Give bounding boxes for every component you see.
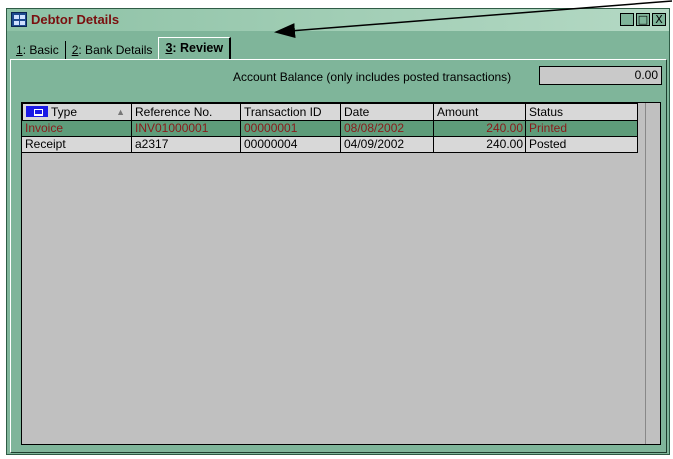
- grid-scroll-gutter[interactable]: [645, 103, 660, 444]
- column-header-amount[interactable]: Amount: [434, 103, 526, 121]
- table-row[interactable]: Receipt a2317 00000004 04/09/2002 240.00…: [22, 137, 638, 153]
- cell-status: Posted: [526, 137, 638, 153]
- sort-ascending-icon: ▲: [116, 107, 125, 117]
- tab-basic-label: : Basic: [22, 43, 59, 57]
- cell-amount: 240.00: [434, 137, 526, 153]
- cell-status: Printed: [526, 121, 638, 137]
- cell-reference: INV01000001: [132, 121, 241, 137]
- close-button[interactable]: X: [652, 13, 666, 26]
- cell-date: 08/08/2002: [341, 121, 434, 137]
- debtor-details-window: Debtor Details _ □ X 1: Basic 2: Bank De…: [6, 8, 670, 455]
- app-icon: [11, 12, 27, 27]
- column-header-type-label: Type: [51, 105, 78, 119]
- window-title: Debtor Details: [31, 12, 120, 27]
- column-header-reference[interactable]: Reference No.: [132, 103, 241, 121]
- cell-type: Receipt: [22, 137, 132, 153]
- grid-header: Type ▲ Reference No. Transaction ID Date …: [22, 103, 638, 121]
- window-controls: _ □ X: [620, 13, 666, 26]
- account-balance-field: 0.00: [539, 66, 662, 85]
- tab-basic[interactable]: 1: Basic: [10, 41, 65, 59]
- column-header-type[interactable]: Type ▲: [22, 103, 132, 121]
- review-panel: Account Balance (only includes posted tr…: [10, 59, 667, 453]
- tab-strip: 1: Basic 2: Bank Details 3: Review: [10, 37, 232, 59]
- cell-type: Invoice: [22, 121, 132, 137]
- column-chooser-icon[interactable]: [26, 106, 48, 118]
- cell-date: 04/09/2002: [341, 137, 434, 153]
- tab-bank-details[interactable]: 2: Bank Details: [64, 41, 159, 59]
- maximize-button[interactable]: □: [636, 13, 650, 26]
- minimize-button[interactable]: _: [620, 13, 634, 26]
- tab-basic-accesskey: 1: [16, 43, 23, 57]
- tab-review[interactable]: 3: Review: [158, 37, 232, 59]
- cell-transaction-id: 00000004: [241, 137, 341, 153]
- title-bar[interactable]: Debtor Details _ □ X: [7, 9, 669, 31]
- cell-reference: a2317: [132, 137, 241, 153]
- table-row[interactable]: Invoice INV01000001 00000001 08/08/2002 …: [22, 121, 638, 137]
- cell-amount: 240.00: [434, 121, 526, 137]
- account-balance-label: Account Balance (only includes posted tr…: [233, 70, 512, 84]
- tab-bank-details-label: : Bank Details: [78, 43, 153, 57]
- tab-review-label: : Review: [172, 41, 224, 55]
- column-header-date[interactable]: Date: [341, 103, 434, 121]
- column-header-status[interactable]: Status: [526, 103, 638, 121]
- column-header-transaction-id[interactable]: Transaction ID: [241, 103, 341, 121]
- transactions-grid[interactable]: Type ▲ Reference No. Transaction ID Date …: [21, 102, 661, 445]
- cell-transaction-id: 00000001: [241, 121, 341, 137]
